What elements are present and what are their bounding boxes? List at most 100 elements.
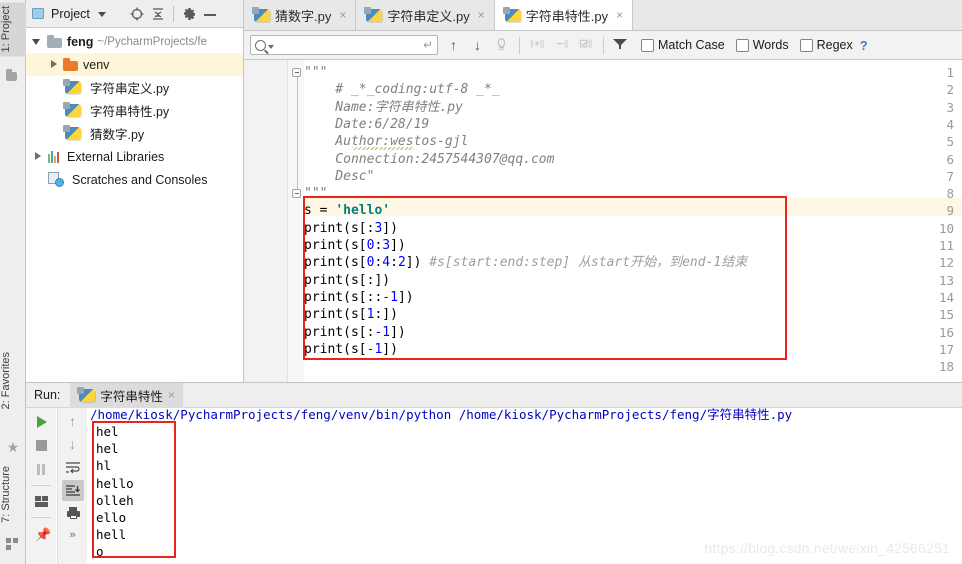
star-icon: ★: [6, 439, 20, 455]
checkbox-box[interactable]: [735, 38, 749, 52]
console-command: /home/kiosk/PycharmProjects/feng/venv/bi…: [90, 408, 793, 422]
code-line-16[interactable]: print(s[:-1]): [304, 324, 406, 341]
close-icon[interactable]: ×: [168, 388, 175, 402]
fold-line: [296, 77, 298, 190]
python-file-icon: [364, 6, 383, 22]
console-output-line: hl: [96, 458, 112, 474]
tree-row[interactable]: External Libraries: [26, 145, 243, 168]
code-text-area[interactable]: """ # _*_coding:utf-8 _*_ Name:字符串特性.py …: [304, 60, 962, 382]
stop-icon[interactable]: [30, 435, 52, 456]
code-line-13[interactable]: print(s[:]): [304, 272, 390, 289]
soft-wrap-icon[interactable]: [62, 457, 84, 478]
checkbox-box[interactable]: [799, 38, 813, 52]
fold-marker-icon[interactable]: [292, 68, 301, 77]
checkbox-box[interactable]: [641, 38, 654, 52]
tree-row[interactable]: 字符串定义.py: [26, 76, 243, 99]
words-checkbox[interactable]: Words: [735, 38, 789, 52]
spellcheck-squiggle: [352, 147, 414, 150]
code-line-9[interactable]: s = 'hello': [304, 202, 390, 219]
up-arrow-icon[interactable]: ↑: [62, 411, 84, 432]
code-folding-gutter: [288, 60, 304, 382]
run-toolbar-left: 📌: [26, 408, 56, 564]
tree-row[interactable]: venv: [26, 53, 243, 76]
pin-icon[interactable]: 📌: [30, 523, 52, 544]
tree-item-label: 猜数字.py: [90, 128, 145, 142]
code-line-11[interactable]: print(s[0:3]): [304, 237, 406, 254]
pause-icon[interactable]: [30, 459, 52, 480]
python-file-icon: [63, 125, 81, 140]
tree-row[interactable]: feng ~/PycharmProjects/fe: [26, 30, 243, 53]
chevron-down-icon[interactable]: [268, 45, 274, 49]
match-case-checkbox[interactable]: Match Case: [641, 38, 725, 52]
console-output-line: ello: [96, 510, 127, 526]
minimize-icon[interactable]: [202, 6, 218, 22]
python-file-icon: [77, 386, 96, 402]
code-line-14-text: print(s[::-1]): [304, 289, 414, 305]
down-arrow-icon[interactable]: ↓: [62, 434, 84, 455]
match-case-label: Match Case: [658, 38, 725, 52]
locate-icon[interactable]: [129, 6, 145, 22]
code-editor[interactable]: 1 2 3 4 5 6 7 8 9 10 11 12 13 14 15 16 1…: [244, 60, 962, 382]
tree-row[interactable]: 字符串特性.py: [26, 99, 243, 122]
tree-row[interactable]: Scratches and Consoles: [26, 168, 243, 191]
console-output-line: hel: [96, 441, 119, 457]
layout-icon[interactable]: [30, 491, 52, 512]
chevron-right-icon[interactable]: [32, 151, 43, 162]
collapse-all-icon[interactable]: [150, 6, 166, 22]
console-output-line: olleh: [96, 492, 134, 508]
add-selection-icon[interactable]: [529, 37, 546, 54]
project-panel-header: Project: [26, 0, 243, 28]
code-line-12-text: print(s[0:4:2]) #s[start:end:step] 从star…: [304, 255, 748, 271]
find-previous-icon[interactable]: ↑: [445, 37, 462, 54]
run-icon[interactable]: [30, 411, 52, 432]
chevron-right-icon[interactable]: [48, 59, 59, 70]
select-all-occurrences-icon[interactable]: [493, 37, 510, 54]
expand-icon[interactable]: »: [62, 526, 84, 547]
scroll-to-end-icon[interactable]: [61, 480, 84, 501]
close-icon[interactable]: ×: [339, 8, 346, 22]
remove-selection-icon[interactable]: [553, 37, 570, 54]
filter-icon[interactable]: [613, 37, 630, 54]
print-icon[interactable]: [62, 503, 84, 524]
run-toolbar-right: ↑ ↓ »: [57, 408, 87, 564]
line-number-gutter: [244, 60, 288, 382]
rail-tab-project[interactable]: 1: Project: [0, 2, 26, 57]
fold-marker-icon[interactable]: [292, 189, 301, 198]
scratch-icon: [48, 172, 64, 187]
help-icon[interactable]: ?: [860, 38, 868, 53]
pycharm-window: 1: Project 2: Favorites ★ 7: Structure P…: [0, 0, 962, 564]
close-icon[interactable]: ×: [478, 8, 485, 22]
words-label: Words: [752, 38, 789, 52]
rail-tab-favorites[interactable]: 2: Favorites: [0, 348, 26, 413]
chevron-down-icon[interactable]: [32, 36, 43, 47]
code-line: Connection:2457544307@qq.com: [304, 151, 555, 167]
chevron-down-icon[interactable]: [95, 6, 111, 22]
code-line-14[interactable]: print(s[::-1]): [304, 289, 414, 306]
select-all-icon[interactable]: [577, 37, 594, 54]
editor-tab-label: 字符串定义.py: [387, 8, 470, 24]
code-line-17[interactable]: print(s[-1]): [304, 341, 398, 358]
search-input[interactable]: ↵: [250, 35, 438, 55]
close-icon[interactable]: ×: [616, 8, 623, 22]
folder-icon: [47, 34, 63, 50]
code-line-11-text: print(s[0:3]): [304, 238, 406, 253]
gear-icon[interactable]: [181, 6, 197, 22]
find-toolbar: ↵ ↑ ↓ Match Case Words Regex ?: [244, 31, 962, 60]
code-line-10[interactable]: print(s[:3]): [304, 220, 398, 237]
code-line: """: [304, 186, 328, 202]
editor-tab-1[interactable]: 猜数字.py ×: [244, 0, 357, 30]
code-line-9-text: s = 'hello': [304, 203, 391, 219]
editor-tab-2[interactable]: 字符串定义.py ×: [356, 0, 495, 30]
tree-row[interactable]: 猜数字.py: [26, 122, 243, 145]
run-tab[interactable]: 字符串特性 ×: [70, 382, 183, 408]
editor-tab-3[interactable]: 字符串特性.py ×: [494, 0, 634, 30]
regex-checkbox[interactable]: Regex: [799, 38, 853, 52]
rail-tab-structure[interactable]: 7: Structure: [0, 462, 26, 527]
code-line-15[interactable]: print(s[1:]): [304, 306, 398, 323]
find-next-icon[interactable]: ↓: [469, 37, 486, 54]
code-line-12[interactable]: print(s[0:4:2]) #s[start:end:step] 从star…: [304, 254, 747, 271]
code-line-10-text: print(s[:3]): [304, 220, 398, 236]
tree-item-label: 字符串定义.py: [90, 82, 170, 96]
project-tree: feng ~/PycharmProjects/fe venv 字符串定义.py …: [26, 28, 243, 193]
run-tab-label: 字符串特性: [100, 389, 163, 404]
